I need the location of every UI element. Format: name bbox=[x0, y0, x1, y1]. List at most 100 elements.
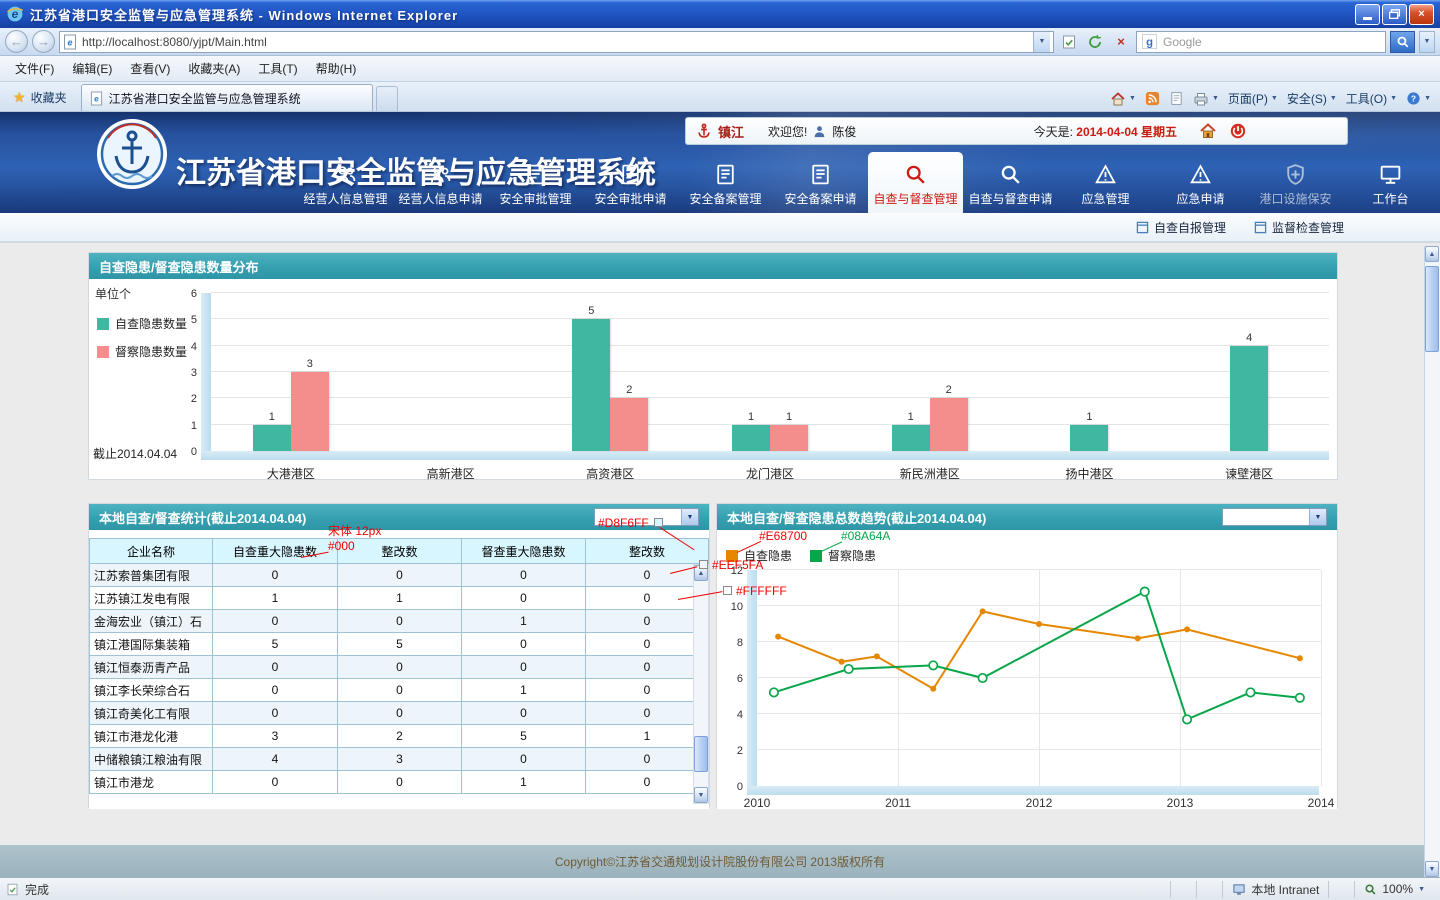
self-check-bar: 1 bbox=[1070, 425, 1108, 451]
nav-item-12[interactable]: 工作台 bbox=[1343, 155, 1438, 213]
back-button[interactable]: ← bbox=[5, 30, 28, 53]
company-name-cell: 金海宏业（镇江）石 bbox=[90, 610, 213, 633]
scroll-down-button[interactable]: ▼ bbox=[694, 787, 708, 803]
search-placeholder: Google bbox=[1163, 35, 1202, 49]
company-name-cell: 镇江港国际集装箱 bbox=[90, 633, 213, 656]
page-scrollbar[interactable]: ▲ ▼ bbox=[1424, 246, 1440, 877]
table-panel-header: 本地自查/督查统计(截止2014.04.04) ▼ bbox=[89, 504, 709, 530]
home-shortcut-icon[interactable] bbox=[1199, 122, 1217, 140]
nav-item-5[interactable]: 安全备案管理 bbox=[678, 155, 773, 213]
print-button[interactable]: ▼ bbox=[1193, 91, 1219, 107]
x-tick-label: 龙门港区 bbox=[690, 465, 850, 482]
nav-item-9[interactable]: 应急管理 bbox=[1058, 155, 1153, 213]
column-header: 整改数 bbox=[585, 539, 708, 564]
line-chart: 自查隐患督察隐患 024681012 20102011201220132014 bbox=[717, 530, 1337, 809]
help-button[interactable]: ?▼ bbox=[1406, 91, 1431, 106]
safety-menu-button[interactable]: 安全(S)▼ bbox=[1287, 90, 1337, 107]
nav-item-11[interactable]: 港口设施保安 bbox=[1248, 155, 1343, 213]
nav-item-6[interactable]: 安全备案申请 bbox=[773, 155, 868, 213]
feed-button[interactable] bbox=[1145, 91, 1160, 106]
status-bar: 完成 本地 Intranet 100% ▼ bbox=[0, 877, 1440, 900]
value-cell: 0 bbox=[585, 656, 708, 679]
table-scrollbar-thumb[interactable] bbox=[694, 736, 708, 772]
line-x-axis bbox=[747, 786, 1319, 795]
nav-item-4[interactable]: 安全审批申请 bbox=[583, 155, 678, 213]
doc-icon bbox=[713, 162, 738, 187]
close-button[interactable]: × bbox=[1409, 4, 1434, 25]
value-cell: 0 bbox=[461, 564, 585, 587]
minimize-button[interactable] bbox=[1355, 4, 1380, 25]
table-row[interactable]: 镇江港国际集装箱5500 bbox=[90, 633, 709, 656]
submenu-item-1[interactable]: 监督检查管理 bbox=[1254, 219, 1344, 236]
line-panel-header: 本地自查/督查隐患总数趋势(截止2014.04.04) ▼ bbox=[717, 504, 1337, 530]
page-scroll-up-button[interactable]: ▲ bbox=[1425, 246, 1439, 262]
nav-item-1[interactable]: 经营人信息管理 bbox=[298, 155, 393, 213]
user-name[interactable]: 陈俊 bbox=[832, 123, 856, 140]
table-row[interactable]: 金海宏业（镇江）石0010 bbox=[90, 610, 709, 633]
table-row[interactable]: 镇江市港龙化港3251 bbox=[90, 725, 709, 748]
zoom-control[interactable]: 100% ▼ bbox=[1354, 881, 1434, 898]
unit-label: 单位个 bbox=[95, 285, 131, 302]
search-button[interactable] bbox=[1390, 31, 1415, 53]
stop-button[interactable]: × bbox=[1110, 31, 1132, 53]
value-cell: 0 bbox=[461, 587, 585, 610]
doc-icon bbox=[618, 162, 643, 187]
svg-text:g: g bbox=[1146, 37, 1153, 49]
table-row[interactable]: 江苏镇江发电有限1100 bbox=[90, 587, 709, 610]
nav-item-8[interactable]: 自查与督查申请 bbox=[963, 155, 1058, 213]
tools-menu-button[interactable]: 工具(O)▼ bbox=[1346, 90, 1397, 107]
value-cell: 0 bbox=[212, 656, 337, 679]
search-box[interactable]: g Google bbox=[1136, 31, 1386, 53]
menu-item-4[interactable]: 工具(T) bbox=[249, 56, 306, 81]
page-scrollbar-thumb[interactable] bbox=[1425, 266, 1439, 352]
x-tick-label: 2012 bbox=[1026, 796, 1053, 810]
table-row[interactable]: 镇江恒泰沥青产品0000 bbox=[90, 656, 709, 679]
value-cell: 0 bbox=[337, 610, 461, 633]
refresh-button[interactable] bbox=[1084, 31, 1106, 53]
compatibility-view-button[interactable] bbox=[1058, 31, 1080, 53]
nav-item-10[interactable]: 应急申请 bbox=[1153, 155, 1248, 213]
menu-item-5[interactable]: 帮助(H) bbox=[307, 56, 366, 81]
grid-icon bbox=[1254, 221, 1267, 234]
table-scrollbar[interactable]: ▲ ▼ bbox=[693, 564, 709, 804]
new-tab-stub[interactable] bbox=[376, 86, 398, 111]
main-nav: 经营人信息管理经营人信息申请安全审批管理安全审批申请安全备案管理安全备案申请自查… bbox=[298, 152, 1438, 213]
submenu-item-0[interactable]: 自查自报管理 bbox=[1136, 219, 1226, 236]
table-row[interactable]: 镇江市港龙0010 bbox=[90, 771, 709, 794]
search-dropdown[interactable]: ▼ bbox=[1419, 31, 1435, 53]
nav-item-2[interactable]: 经营人信息申请 bbox=[393, 155, 488, 213]
tab-title: 江苏省港口安全监管与应急管理系统 bbox=[109, 90, 301, 107]
table-row[interactable]: 江苏索普集团有限0000 bbox=[90, 564, 709, 587]
menu-item-3[interactable]: 收藏夹(A) bbox=[179, 56, 249, 81]
table-row[interactable]: 镇江奇美化工有限0000 bbox=[90, 702, 709, 725]
forward-button[interactable]: → bbox=[32, 30, 55, 53]
address-field[interactable]: e http://localhost:8080/yjpt/Main.html ▼ bbox=[59, 31, 1054, 53]
address-dropdown[interactable]: ▼ bbox=[1033, 32, 1050, 52]
home-button[interactable]: ▼ bbox=[1110, 91, 1136, 107]
favorites-button[interactable]: ★ 收藏夹 bbox=[5, 85, 75, 109]
trend-filter-select[interactable]: ▼ bbox=[1222, 508, 1327, 526]
value-cell: 0 bbox=[461, 633, 585, 656]
page-viewport: 江苏省港口安全监管与应急管理系统 镇江 欢迎您! 陈俊 今天是: 2014-04… bbox=[0, 112, 1440, 877]
menu-item-1[interactable]: 编辑(E) bbox=[63, 56, 121, 81]
maximize-button[interactable] bbox=[1382, 4, 1407, 25]
page-scroll-down-button[interactable]: ▼ bbox=[1425, 861, 1439, 877]
nav-item-3[interactable]: 安全审批管理 bbox=[488, 155, 583, 213]
table-row[interactable]: 中储粮镇江粮油有限4300 bbox=[90, 748, 709, 771]
intranet-icon bbox=[1232, 883, 1246, 896]
page-menu-button[interactable]: 页面(P)▼ bbox=[1228, 90, 1278, 107]
nav-item-7[interactable]: 自查与督查管理 bbox=[868, 152, 963, 213]
zone-indicator: 本地 Intranet bbox=[1222, 881, 1328, 898]
logout-icon[interactable] bbox=[1229, 122, 1247, 140]
active-tab[interactable]: e 江苏省港口安全监管与应急管理系统 bbox=[81, 84, 373, 111]
grid-icon bbox=[1136, 221, 1149, 234]
nav-item-label: 工作台 bbox=[1372, 190, 1408, 207]
scroll-up-button[interactable]: ▲ bbox=[694, 565, 708, 581]
stats-table-header-row: 企业名称自查重大隐患数整改数督查重大隐患数整改数 bbox=[90, 539, 709, 564]
bar-panel-header: 自查隐患/督查隐患数量分布 bbox=[89, 253, 1337, 279]
read-mail-button[interactable] bbox=[1169, 91, 1184, 106]
table-row[interactable]: 镇江李长荣综合石0010 bbox=[90, 679, 709, 702]
table-filter-select[interactable]: ▼ bbox=[594, 508, 699, 526]
menu-item-2[interactable]: 查看(V) bbox=[121, 56, 179, 81]
menu-item-0[interactable]: 文件(F) bbox=[6, 56, 63, 81]
